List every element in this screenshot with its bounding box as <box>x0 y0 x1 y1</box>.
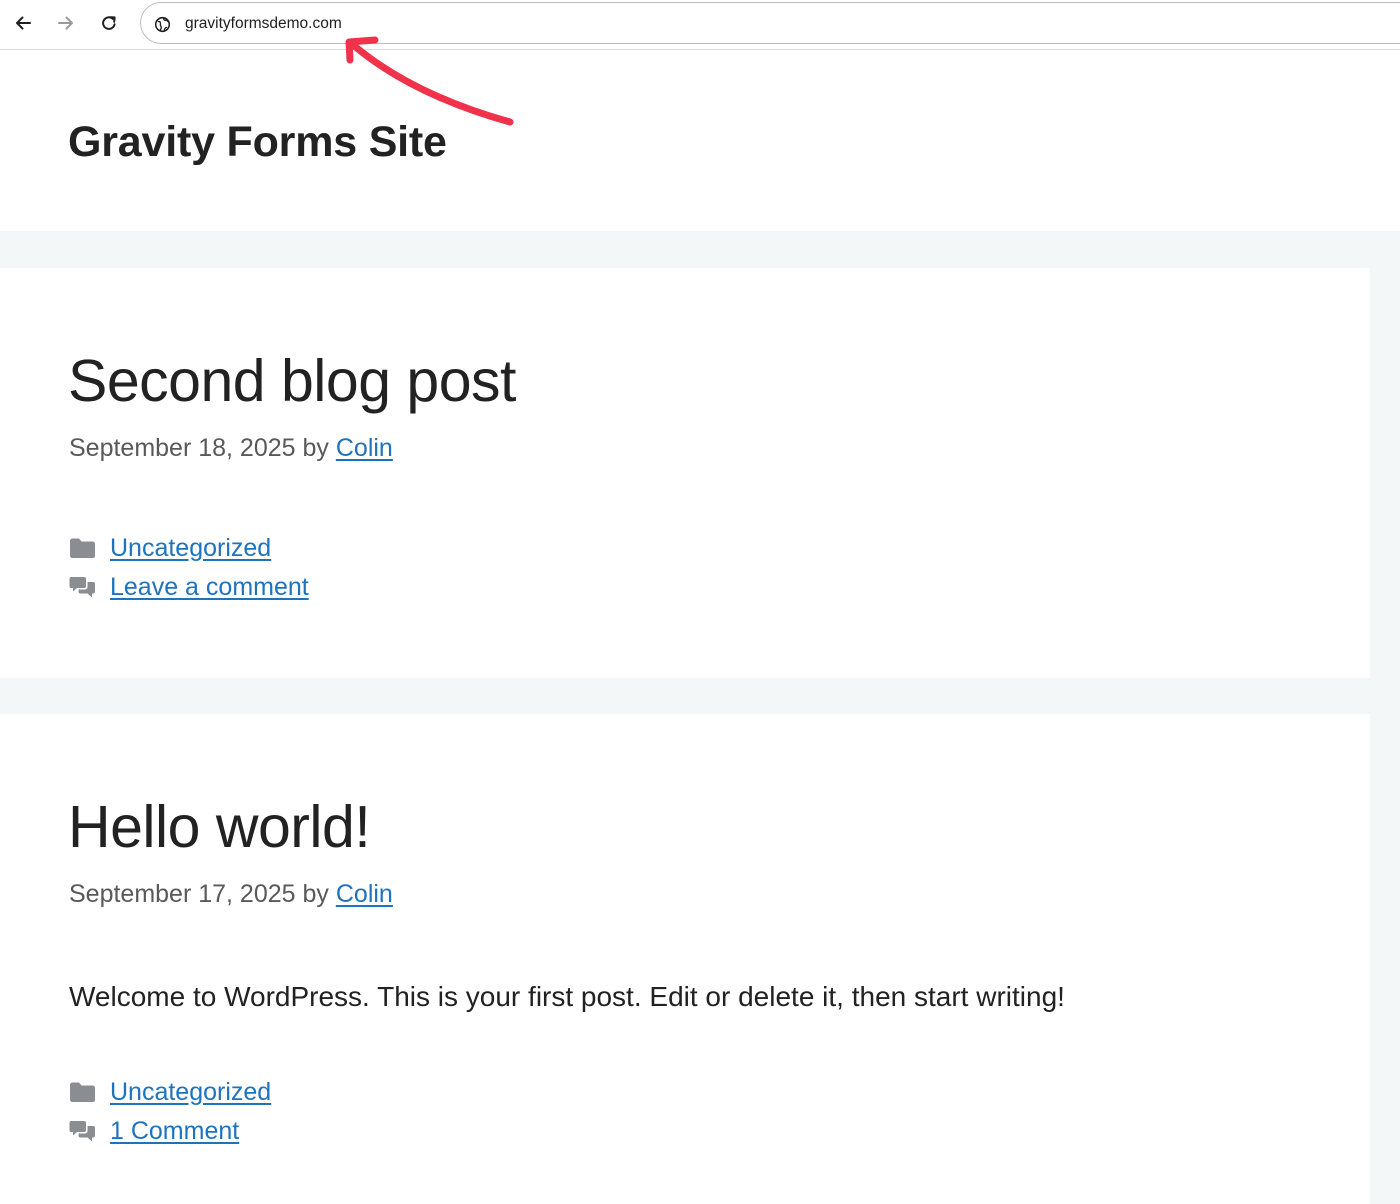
comments-icon <box>68 1119 96 1143</box>
reload-button[interactable] <box>94 8 124 38</box>
address-bar[interactable]: gravityformsdemo.com <box>140 2 1400 44</box>
post-meta: September 18, 2025 by Colin <box>69 432 393 464</box>
browser-toolbar: gravityformsdemo.com <box>0 0 1400 50</box>
category-link[interactable]: Uncategorized <box>110 534 271 563</box>
post-category: Uncategorized <box>68 531 271 565</box>
post-by: by <box>295 880 336 908</box>
site-title[interactable]: Gravity Forms Site <box>68 115 447 169</box>
forward-button[interactable] <box>51 8 81 38</box>
comments-icon <box>68 575 96 599</box>
comments-link[interactable]: Leave a comment <box>110 573 309 602</box>
post-category: Uncategorized <box>68 1075 271 1109</box>
url-text[interactable]: gravityformsdemo.com <box>185 14 342 34</box>
reload-icon <box>102 16 116 30</box>
back-button[interactable] <box>8 8 38 38</box>
post-meta: September 17, 2025 by Colin <box>69 878 393 910</box>
post-comments: Leave a comment <box>68 570 309 604</box>
post-date[interactable]: September 17, 2025 <box>69 880 296 908</box>
arrow-right-icon <box>58 16 73 30</box>
post-title[interactable]: Second blog post <box>68 346 516 416</box>
post-excerpt: Welcome to WordPress. This is your first… <box>69 981 1065 1012</box>
comments-link[interactable]: 1 Comment <box>110 1117 239 1146</box>
globe-icon[interactable] <box>152 14 172 34</box>
post-card: Hello world! September 17, 2025 by Colin… <box>0 714 1370 1204</box>
arrow-left-icon <box>16 16 31 30</box>
post-title[interactable]: Hello world! <box>68 792 371 862</box>
site-header: Gravity Forms Site <box>0 51 1400 231</box>
post-date[interactable]: September 18, 2025 <box>69 434 296 462</box>
author-link[interactable]: Colin <box>336 434 393 462</box>
post-by: by <box>295 434 336 462</box>
author-link[interactable]: Colin <box>336 880 393 908</box>
post-comments: 1 Comment <box>68 1114 239 1148</box>
folder-icon <box>68 1080 96 1104</box>
post-card: Second blog post September 18, 2025 by C… <box>0 268 1370 678</box>
folder-icon <box>68 536 96 560</box>
category-link[interactable]: Uncategorized <box>110 1078 271 1107</box>
